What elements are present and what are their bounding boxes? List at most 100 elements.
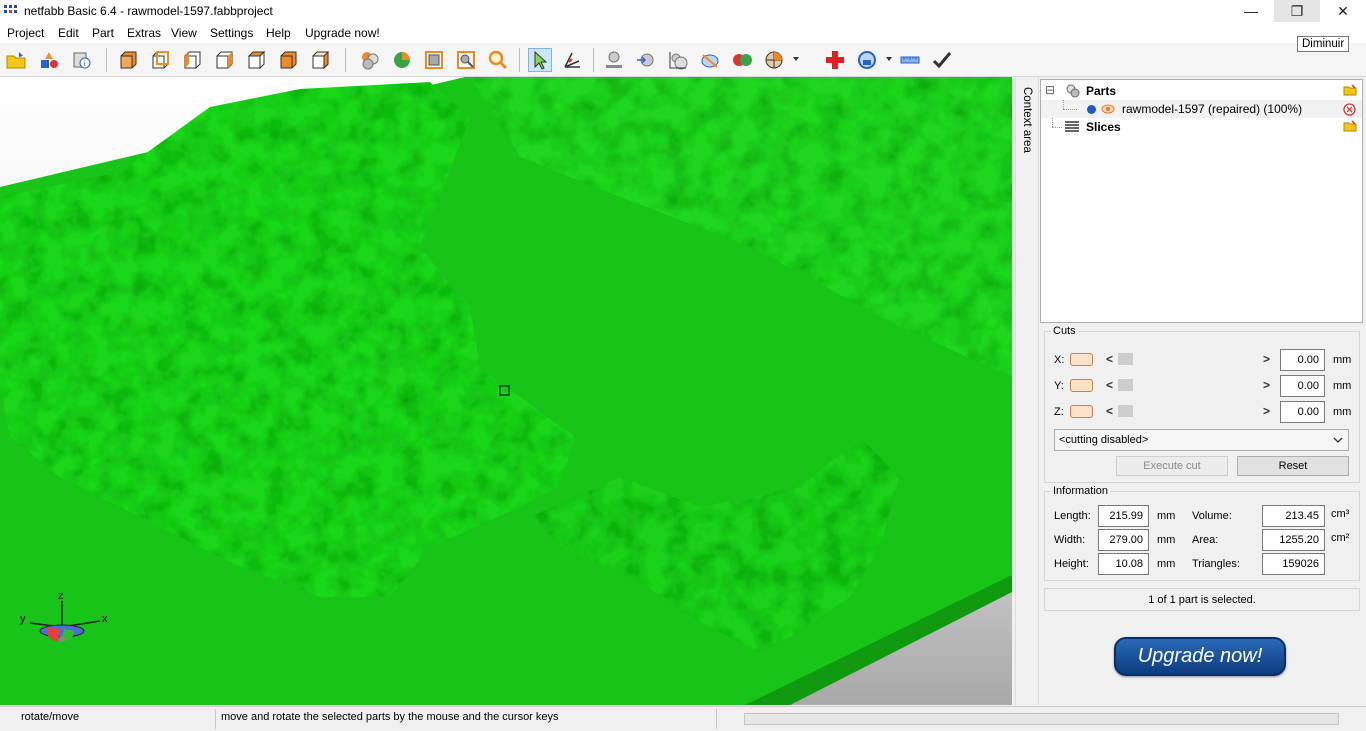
drop-to-platform-icon[interactable] (602, 48, 626, 72)
cut-y-right-arrow[interactable]: > (1263, 378, 1270, 392)
cut-part-icon[interactable] (730, 48, 754, 72)
scale-part-icon[interactable] (666, 48, 690, 72)
rotate-move-icon[interactable] (560, 48, 584, 72)
upgrade-now-button[interactable]: Upgrade now! (1114, 637, 1286, 676)
shaded-view-icon[interactable] (390, 48, 414, 72)
cut-y-slider[interactable] (1118, 379, 1266, 391)
menu-edit[interactable]: Edit (58, 26, 79, 40)
cut-z-right-arrow[interactable]: > (1263, 404, 1270, 418)
cut-y-value[interactable]: 0.00 (1280, 375, 1325, 397)
parts-icon (1066, 84, 1080, 98)
menu-part[interactable]: Part (92, 26, 114, 40)
view-front-icon[interactable] (116, 48, 140, 72)
cut-x-left-arrow[interactable]: < (1106, 352, 1113, 366)
parts-tree: ⊟ Parts rawmodel-1597 (repaired) (100%) … (1040, 79, 1363, 323)
length-label: Length: (1054, 510, 1091, 522)
zoom-fit-icon[interactable] (422, 48, 446, 72)
cut-x-toggle[interactable] (1070, 353, 1093, 366)
cut-mode-select[interactable]: <cutting disabled> (1054, 429, 1349, 451)
tree-slices-label: Slices (1086, 120, 1121, 134)
add-part-icon[interactable] (37, 48, 61, 72)
open-project-icon[interactable] (4, 48, 28, 72)
part-item-label: rawmodel-1597 (repaired) (100%) (1122, 102, 1303, 116)
width-value: 279.00 (1098, 529, 1149, 551)
cut-x-slider[interactable] (1118, 353, 1266, 365)
section-view-icon[interactable] (762, 48, 786, 72)
zoom-icon[interactable] (486, 48, 510, 72)
minimize-button[interactable]: — (1228, 0, 1274, 22)
open-slices-folder-icon[interactable] (1343, 120, 1357, 132)
axis-z-label: z (58, 590, 64, 602)
menu-settings[interactable]: Settings (210, 26, 253, 40)
information-title: Information (1051, 485, 1111, 497)
menu-extras[interactable]: Extras (127, 26, 161, 40)
measure-icon[interactable] (898, 48, 922, 72)
cut-z-value[interactable]: 0.00 (1280, 401, 1325, 423)
height-label: Height: (1054, 558, 1089, 570)
cut-z-slider[interactable] (1118, 405, 1266, 417)
close-button[interactable]: ✕ (1320, 0, 1366, 22)
repair-icon[interactable] (823, 48, 847, 72)
title-bar: netfabb Basic 6.4 - rawmodel-1597.fabbpr… (0, 0, 1366, 23)
open-folder-icon[interactable] (1343, 84, 1357, 96)
volume-label: Volume: (1192, 510, 1232, 522)
cuts-panel: Cuts X: < > 0.00 mm Y: < > 0.00 mm Z: < … (1044, 325, 1360, 483)
move-part-icon[interactable] (634, 48, 658, 72)
mirror-part-icon[interactable] (698, 48, 722, 72)
context-area-label: Context area (1021, 87, 1033, 153)
colors-icon[interactable] (358, 48, 382, 72)
height-value: 10.08 (1098, 553, 1149, 575)
cut-x-right-arrow[interactable]: > (1263, 352, 1270, 366)
view-bottom-icon[interactable] (276, 48, 300, 72)
terrain-model[interactable] (0, 77, 1012, 705)
execute-cut-button[interactable]: Execute cut (1116, 456, 1228, 476)
status-hint: move and rotate the selected parts by th… (221, 711, 559, 723)
3d-viewport[interactable]: z y x (0, 77, 1012, 705)
view-left-icon[interactable] (180, 48, 204, 72)
reset-button[interactable]: Reset (1237, 456, 1349, 476)
apply-repair-icon[interactable] (930, 48, 954, 72)
axis-gizmo (29, 601, 101, 642)
window-title: netfabb Basic 6.4 - rawmodel-1597.fabbpr… (24, 4, 273, 18)
cut-z-unit: mm (1333, 406, 1352, 418)
cuts-title: Cuts (1051, 325, 1078, 337)
cut-y-left-arrow[interactable]: < (1106, 378, 1113, 392)
axis-y-label: y (20, 613, 26, 625)
cut-z-slider-thumb[interactable] (1118, 405, 1133, 417)
tree-slices-row[interactable]: Slices (1041, 118, 1362, 136)
analysis-icon[interactable] (855, 48, 879, 72)
part-color-icon (1087, 105, 1096, 114)
restore-tooltip: Diminuir (1297, 36, 1350, 52)
menu-bar: Project Edit Part Extras View Settings H… (0, 23, 1366, 43)
tree-part-item[interactable]: rawmodel-1597 (repaired) (100%) (1041, 100, 1362, 118)
zoom-selection-icon[interactable] (454, 48, 478, 72)
cut-x-value[interactable]: 0.00 (1280, 349, 1325, 371)
cut-z-toggle[interactable] (1070, 405, 1093, 418)
select-pointer-icon[interactable] (528, 48, 552, 72)
cut-z-left-arrow[interactable]: < (1106, 404, 1113, 418)
width-unit: mm (1157, 534, 1176, 546)
context-area-tab[interactable]: Context area (1015, 77, 1039, 705)
view-top-icon[interactable] (244, 48, 268, 72)
menu-help[interactable]: Help (266, 26, 291, 40)
cut-x-slider-thumb[interactable] (1118, 353, 1133, 365)
view-right-icon[interactable] (212, 48, 236, 72)
tree-parts-row[interactable]: ⊟ Parts (1041, 82, 1362, 100)
menu-upgrade[interactable]: Upgrade now! (305, 26, 380, 40)
height-unit: mm (1157, 558, 1176, 570)
volume-value: 213.45 (1262, 505, 1325, 527)
collapse-icon[interactable]: ⊟ (1045, 83, 1055, 97)
restore-button[interactable]: ❐ (1274, 0, 1320, 22)
menu-view[interactable]: View (171, 26, 197, 40)
selection-status: 1 of 1 part is selected. (1044, 588, 1360, 611)
axis-x-label: x (102, 613, 108, 625)
menu-project[interactable]: Project (7, 26, 44, 40)
view-iso-icon[interactable] (308, 48, 332, 72)
cut-y-slider-thumb[interactable] (1118, 379, 1133, 391)
view-back-icon[interactable] (148, 48, 172, 72)
visibility-eye-icon[interactable] (1101, 103, 1115, 115)
cut-y-toggle[interactable] (1070, 379, 1093, 392)
part-info-icon[interactable]: i (70, 48, 94, 72)
remove-part-icon[interactable] (1343, 103, 1356, 116)
volume-unit: cm³ (1331, 508, 1350, 520)
